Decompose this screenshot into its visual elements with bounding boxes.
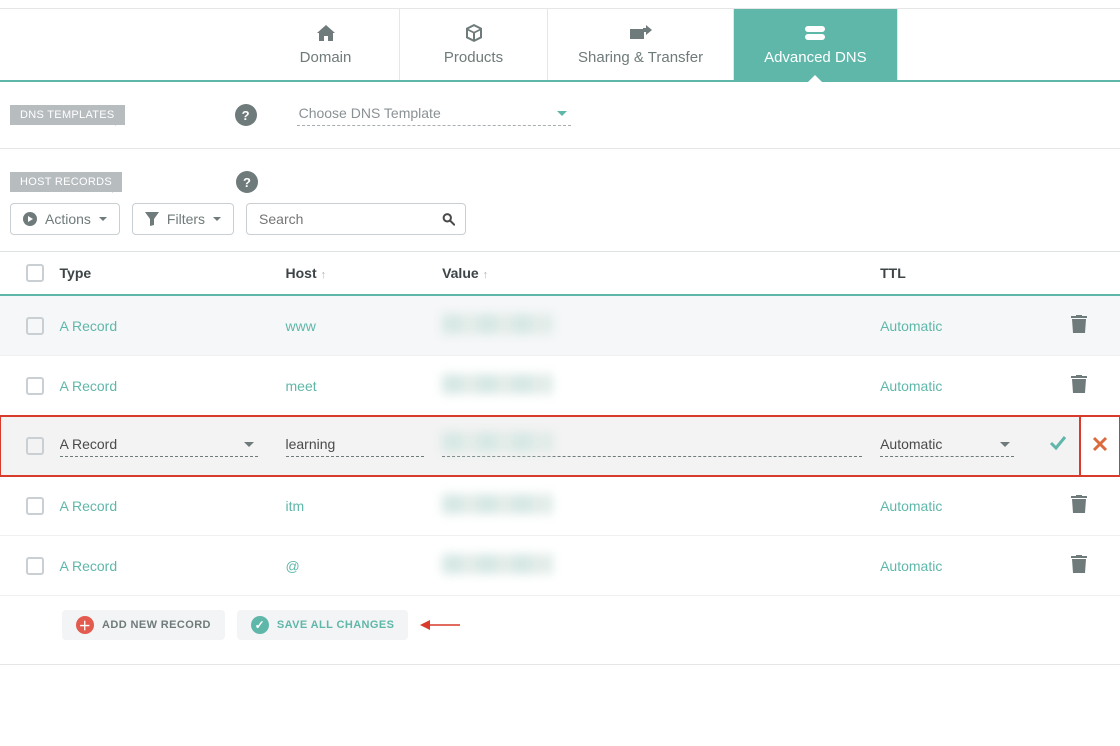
section-host-records: HOST RECORDS ? <box>0 149 1120 203</box>
search-icon <box>442 211 455 227</box>
share-icon <box>578 23 703 43</box>
chevron-down-icon <box>213 217 221 225</box>
actions-button[interactable]: Actions <box>10 203 120 235</box>
col-value[interactable]: Value↑ <box>442 265 880 281</box>
host-cell[interactable]: itm <box>286 498 305 514</box>
box-icon <box>430 23 517 43</box>
records-toolbar: Actions Filters <box>0 203 1120 251</box>
redacted-value <box>442 374 552 394</box>
table-header: Type Host↑ Value↑ TTL <box>0 251 1120 296</box>
table-footer: ＋ ADD NEW RECORD ✓ SAVE ALL CHANGES <box>0 596 1120 665</box>
filters-button[interactable]: Filters <box>132 203 234 235</box>
dns-template-select[interactable]: Choose DNS Template <box>297 105 571 126</box>
row-checkbox[interactable] <box>26 557 44 575</box>
cancel-icon[interactable] <box>1079 416 1119 475</box>
redacted-value <box>442 314 552 334</box>
type-cell[interactable]: A Record <box>60 498 118 514</box>
tab-products-label: Products <box>430 49 517 66</box>
checkmark-icon: ✓ <box>251 616 269 634</box>
search-input[interactable] <box>257 204 442 234</box>
chevron-down-icon <box>99 217 107 225</box>
add-new-record-button[interactable]: ＋ ADD NEW RECORD <box>62 610 225 640</box>
table-row: A Record itm Automatic <box>0 476 1120 536</box>
col-ttl[interactable]: TTL <box>880 265 1048 281</box>
chevron-down-icon <box>244 442 254 452</box>
stack-icon <box>764 23 867 43</box>
row-checkbox[interactable] <box>26 497 44 515</box>
save-label: SAVE ALL CHANGES <box>277 619 394 631</box>
filters-label: Filters <box>167 211 205 227</box>
add-label: ADD NEW RECORD <box>102 619 211 631</box>
delete-icon[interactable] <box>1071 555 1087 576</box>
table-row <box>0 416 1120 476</box>
row-checkbox[interactable] <box>26 317 44 335</box>
col-type[interactable]: Type <box>60 265 286 281</box>
type-cell[interactable]: A Record <box>60 318 118 334</box>
ttl-cell[interactable]: Automatic <box>880 558 942 574</box>
help-icon[interactable]: ? <box>235 104 257 126</box>
play-circle-icon <box>23 212 37 226</box>
confirm-icon[interactable] <box>1049 434 1067 457</box>
delete-icon[interactable] <box>1071 495 1087 516</box>
ttl-cell[interactable]: Automatic <box>880 318 942 334</box>
host-input[interactable] <box>286 434 424 457</box>
type-select[interactable] <box>60 434 258 457</box>
ttl-select[interactable] <box>880 434 1014 457</box>
search-box[interactable] <box>246 203 466 235</box>
type-cell[interactable]: A Record <box>60 378 118 394</box>
host-cell[interactable]: meet <box>286 378 317 394</box>
row-checkbox[interactable] <box>26 437 44 455</box>
tab-domain[interactable]: Domain <box>252 9 400 80</box>
redacted-value <box>442 494 552 514</box>
host-cell[interactable]: www <box>286 318 316 334</box>
section-dns-templates: DNS TEMPLATES ? Choose DNS Template <box>0 82 1120 149</box>
home-icon <box>282 23 369 43</box>
ttl-cell[interactable]: Automatic <box>880 378 942 394</box>
annotation-arrow-icon <box>420 618 460 632</box>
help-icon[interactable]: ? <box>236 171 258 193</box>
actions-label: Actions <box>45 211 91 227</box>
table-row: A Record meet Automatic <box>0 356 1120 416</box>
redacted-value <box>442 554 552 574</box>
table-row: A Record @ Automatic <box>0 536 1120 596</box>
col-host[interactable]: Host↑ <box>286 265 443 281</box>
main-tabs: Domain Products Sharing & Transfer Advan… <box>0 8 1120 82</box>
plus-icon: ＋ <box>76 616 94 634</box>
sort-asc-icon: ↑ <box>483 269 489 281</box>
chevron-down-icon <box>1000 442 1010 452</box>
type-cell[interactable]: A Record <box>60 558 118 574</box>
tab-sharing-label: Sharing & Transfer <box>578 49 703 66</box>
save-all-changes-button[interactable]: ✓ SAVE ALL CHANGES <box>237 610 408 640</box>
delete-icon[interactable] <box>1071 375 1087 396</box>
ttl-cell[interactable]: Automatic <box>880 498 942 514</box>
records-table: Type Host↑ Value↑ TTL A Record www Automat… <box>0 251 1120 596</box>
host-cell[interactable]: @ <box>286 558 300 574</box>
select-all-checkbox[interactable] <box>26 264 44 282</box>
dns-templates-tag: DNS TEMPLATES <box>10 105 125 125</box>
host-records-tag: HOST RECORDS <box>10 172 122 192</box>
tabs-spacer <box>0 9 252 80</box>
tab-advanced-label: Advanced DNS <box>764 49 867 66</box>
tab-advanced-dns[interactable]: Advanced DNS <box>734 9 898 80</box>
delete-icon[interactable] <box>1071 315 1087 336</box>
tab-sharing[interactable]: Sharing & Transfer <box>548 9 734 80</box>
funnel-icon <box>145 212 159 226</box>
tab-domain-label: Domain <box>282 49 369 66</box>
sort-asc-icon: ↑ <box>321 269 327 281</box>
table-row: A Record www Automatic <box>0 296 1120 356</box>
tab-products[interactable]: Products <box>400 9 548 80</box>
row-checkbox[interactable] <box>26 377 44 395</box>
redacted-value <box>442 432 552 452</box>
